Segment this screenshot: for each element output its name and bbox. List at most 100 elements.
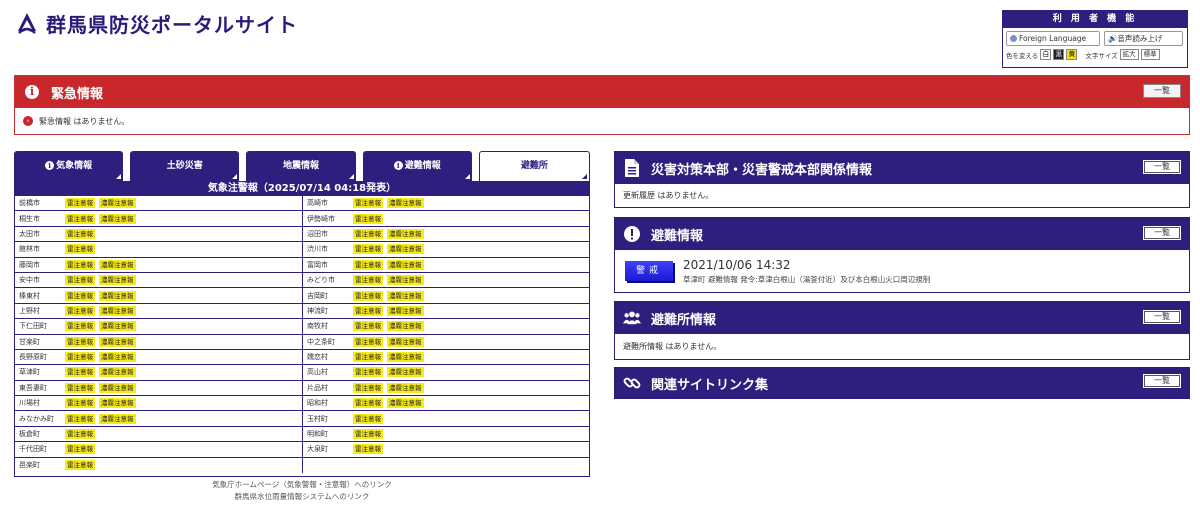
tab-4[interactable]: 避難所	[478, 151, 591, 181]
table-row	[303, 458, 589, 473]
warning-badge: 雷注意報	[65, 336, 95, 347]
warning-badge: 濃霧注意報	[387, 259, 424, 270]
tab-corner-icon	[464, 174, 470, 179]
shelter-message: 避難所情報 はありません。	[623, 342, 722, 351]
evacuation-description: 草津町 避難情報 発令:草津白根山（湯釜付近）及び本白根山火口周辺規制	[683, 274, 931, 284]
document-icon	[623, 159, 641, 177]
warning-badge: 濃霧注意報	[99, 305, 136, 316]
tab-corner-icon	[348, 174, 354, 179]
alert-icon	[623, 225, 641, 243]
municipality-name: 安中市	[19, 276, 40, 285]
municipality-name: 前橋市	[19, 199, 40, 208]
municipality-name: 沼田市	[307, 229, 328, 238]
chain-link-icon	[623, 374, 641, 392]
warning-badge: 濃霧注意報	[99, 198, 136, 209]
municipality-name: 館林市	[19, 245, 40, 254]
warning-badge: 濃霧注意報	[99, 382, 136, 393]
emergency-title: 緊急情報	[51, 86, 104, 102]
warning-badge: 濃霧注意報	[99, 321, 136, 332]
globe-icon	[1010, 35, 1017, 42]
municipality-name: 桐生市	[19, 214, 40, 223]
warning-badge: 雷注意報	[65, 275, 95, 286]
warning-badge: 雷注意報	[353, 198, 383, 209]
table-row: 高山村 雷注意報 濃霧注意報	[303, 365, 589, 381]
table-row: 板倉町 雷注意報	[15, 427, 302, 443]
related-links-title: 関連サイトリンク集	[651, 377, 769, 393]
warning-badge: 濃霧注意報	[387, 305, 424, 316]
warning-badge: 雷注意報	[65, 305, 95, 316]
tab-corner-icon	[116, 174, 122, 179]
table-row: 邑楽町 雷注意報	[15, 458, 302, 473]
warning-badge: 濃霧注意報	[387, 398, 424, 409]
table-row: 千代田町 雷注意報	[15, 442, 302, 458]
site-title[interactable]: 群馬県防災ポータルサイト	[14, 9, 298, 38]
warning-badge: 濃霧注意報	[99, 336, 136, 347]
warning-badge: 雷注意報	[65, 367, 95, 378]
warning-badge: 濃霧注意報	[99, 367, 136, 378]
table-row: 館林市 雷注意報	[15, 242, 302, 258]
table-row: 大泉町 雷注意報	[303, 442, 589, 458]
weather-warnings-title: 気象注警報（2025/07/14 04:18発表）	[15, 182, 589, 196]
tab-corner-icon	[582, 174, 588, 179]
municipality-name: 甘楽町	[19, 337, 40, 346]
warning-badge: 濃霧注意報	[99, 213, 136, 224]
color-yellow-button[interactable]: 黄	[1066, 49, 1078, 60]
color-black-button[interactable]: 黒	[1053, 49, 1065, 60]
table-row: みなかみ町 雷注意報 濃霧注意報	[15, 411, 302, 427]
warning-badge: 濃霧注意報	[387, 290, 424, 301]
table-row: 東吾妻町 雷注意報 濃霧注意報	[15, 381, 302, 397]
table-row: 富岡市 雷注意報 濃霧注意報	[303, 258, 589, 273]
shelter-list-button[interactable]: 一覧	[1143, 310, 1181, 324]
people-icon	[623, 309, 641, 327]
tab-label: 気象情報	[56, 161, 93, 171]
warning-badge: 濃霧注意報	[387, 198, 424, 209]
municipality-name: 片品村	[307, 383, 328, 392]
warning-badge: 雷注意報	[65, 244, 95, 255]
evacuation-item[interactable]: 警戒 2021/10/06 14:32 草津町 避難情報 発令:草津白根山（湯釜…	[615, 250, 1189, 292]
voice-read-label: 音声読み上げ	[1117, 34, 1163, 43]
warning-badge: 雷注意報	[353, 213, 383, 224]
warning-badge: 雷注意報	[353, 321, 383, 332]
municipality-name: 板倉町	[19, 430, 40, 439]
table-row: 長野原町 雷注意報 濃霧注意報	[15, 350, 302, 366]
tab-3[interactable]: i 避難情報	[362, 151, 472, 181]
municipality-name: 昭和村	[307, 399, 328, 408]
warning-badge: 濃霧注意報	[99, 398, 136, 409]
table-row: 渋川市 雷注意報 濃霧注意報	[303, 242, 589, 258]
municipality-name: 吉岡町	[307, 291, 328, 300]
water-level-link[interactable]: 群馬県水位雨量情報システムへのリンク	[14, 491, 590, 503]
font-size-large-button[interactable]: 拡大	[1119, 49, 1139, 60]
tab-1[interactable]: 土砂災害	[130, 151, 240, 181]
evacuation-date: 2021/10/06 14:32	[683, 257, 791, 272]
foreign-language-button[interactable]: Foreign Language	[1006, 31, 1100, 46]
color-white-button[interactable]: 白	[1040, 49, 1052, 60]
tab-0[interactable]: i 気象情報	[14, 151, 124, 181]
table-row: 南牧村 雷注意報 濃霧注意報	[303, 319, 589, 335]
table-row: 昭和村 雷注意報 濃霧注意報	[303, 396, 589, 412]
weather-warnings-table: 気象注警報（2025/07/14 04:18発表） 前橋市 雷注意報 濃霧注意報 桐生…	[14, 181, 590, 477]
related-links-list-button[interactable]: 一覧	[1143, 374, 1181, 388]
tab-2[interactable]: 地震情報	[246, 151, 356, 181]
municipality-name: 大泉町	[307, 445, 328, 454]
info-tabs: i 気象情報 土砂災害 地震情報 i 避難情報 避難所	[14, 151, 591, 181]
municipality-name: 上野村	[19, 306, 40, 315]
municipality-name: 千代田町	[19, 445, 47, 454]
disaster-hq-message: 更新履歴 はありません。	[623, 191, 714, 200]
emergency-list-button[interactable]: 一覧	[1143, 84, 1181, 98]
font-size-standard-button[interactable]: 標準	[1140, 49, 1160, 60]
disaster-hq-list-button[interactable]: 一覧	[1143, 160, 1181, 174]
warning-badge: 濃霧注意報	[99, 259, 136, 270]
municipality-name: 明和町	[307, 430, 328, 439]
municipality-name: 玉村町	[307, 414, 328, 423]
tab-label: 地震情報	[283, 161, 320, 171]
table-row: みどり市 雷注意報 濃霧注意報	[303, 273, 589, 289]
tab-label: 土砂災害	[166, 161, 203, 171]
prefecture-emblem-icon	[18, 12, 36, 34]
voice-read-button[interactable]: 🔊音声読み上げ	[1104, 31, 1183, 46]
tab-label: 避難所	[520, 161, 548, 171]
jma-link[interactable]: 気象庁ホームページ（気象警報・注意報）へのリンク	[14, 479, 590, 491]
evacuation-list-button[interactable]: 一覧	[1143, 226, 1181, 240]
warning-badge: 雷注意報	[65, 460, 95, 471]
municipality-name: 富岡市	[307, 260, 328, 269]
table-row: 下仁田町 雷注意報 濃霧注意報	[15, 319, 302, 335]
